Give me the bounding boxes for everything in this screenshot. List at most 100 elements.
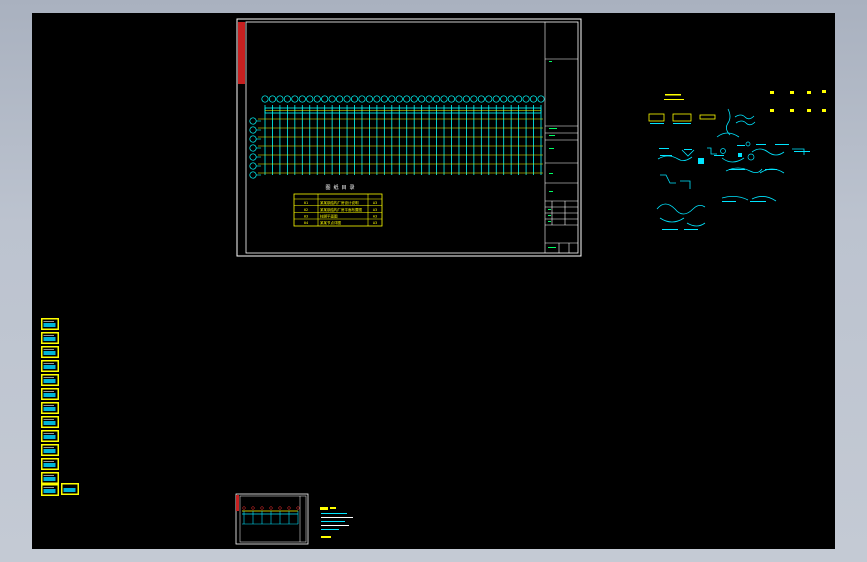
axis-bubble-icon xyxy=(492,95,500,103)
small-drawing-sheet[interactable] xyxy=(235,493,353,545)
axis-bubble-icon xyxy=(328,95,336,103)
detail-cluster[interactable] xyxy=(648,90,826,230)
sheet-thumbnail-strip[interactable] xyxy=(41,318,79,496)
sheet-thumbnail-icon[interactable] xyxy=(41,332,59,344)
cad-model-space[interactable]: 图 纸 目 录 01 某某钢结构厂房设计说明 A3 02 某某钢结构厂房平面布置… xyxy=(32,13,835,549)
sheet-outer-frame xyxy=(236,18,582,257)
thumbnail-content xyxy=(43,337,56,341)
axis-bubble-icon xyxy=(296,506,300,510)
axis-bubble-icon xyxy=(249,144,257,152)
sheet-side-label-strip xyxy=(238,22,245,84)
table-row-scale: A3 xyxy=(373,215,377,219)
left-axis-bubbles xyxy=(249,117,261,179)
table-row-scale: A3 xyxy=(373,221,377,225)
axis-bubble-icon xyxy=(485,95,493,103)
column-grid xyxy=(258,105,543,175)
axis-bubble-icon xyxy=(507,95,515,103)
sheet-thumbnail-icon[interactable] xyxy=(41,430,59,442)
sheet-thumbnail-icon[interactable] xyxy=(41,458,59,470)
detail-text-marks xyxy=(650,123,810,230)
sheet-thumbnail-icon[interactable] xyxy=(41,388,59,400)
thumbnail-content xyxy=(43,407,56,411)
sheet-thumbnail-icon[interactable] xyxy=(41,360,59,372)
table-row-name: 柱脚平面图 xyxy=(320,214,338,219)
sheet-thumbnail-icon[interactable] xyxy=(41,318,59,330)
thumbnail-content xyxy=(43,421,56,425)
axis-bubble-icon xyxy=(433,95,441,103)
sheet-thumbnail-icon[interactable] xyxy=(41,346,59,358)
thumbnail-content xyxy=(43,435,56,439)
axis-bubble-icon xyxy=(477,95,485,103)
axis-bubble-icon xyxy=(260,506,264,510)
axis-bubble-icon xyxy=(287,506,291,510)
sheet-thumbnail-icon[interactable] xyxy=(61,483,79,495)
axis-bubble-icon xyxy=(321,95,329,103)
table-row-scale: A3 xyxy=(373,201,377,205)
detail-curves xyxy=(656,108,805,227)
thumbnail-content xyxy=(43,477,56,481)
axis-bubble-icon xyxy=(336,95,344,103)
thumbnail-content xyxy=(43,449,56,453)
axis-bubble-icon xyxy=(249,171,257,179)
axis-bubble-icon xyxy=(298,95,306,103)
axis-bubble-icon xyxy=(500,95,508,103)
sheet-inner-frame xyxy=(245,21,579,254)
axis-bubble-icon xyxy=(395,95,403,103)
thumbnail-content xyxy=(43,365,56,369)
axis-bubble-icon xyxy=(373,95,381,103)
thumbnail-content xyxy=(43,463,56,467)
table-row-name: 某某节点详图 xyxy=(320,220,341,225)
axis-bubble-icon xyxy=(350,95,359,103)
axis-bubble-icon xyxy=(249,135,257,143)
axis-bubble-icon xyxy=(306,95,314,103)
axis-bubble-icon xyxy=(249,162,257,170)
axis-bubble-icon xyxy=(515,95,523,103)
table-row-no: 02 xyxy=(304,208,308,212)
axis-bubble-icon xyxy=(537,95,545,103)
sheet-thumbnail-icon[interactable] xyxy=(41,402,59,414)
table-row-no: 03 xyxy=(304,215,308,219)
small-sheet-frame xyxy=(235,493,309,545)
axis-bubble-icon xyxy=(242,506,246,510)
axis-bubble-icon xyxy=(380,95,388,103)
axis-bubble-icon xyxy=(440,95,448,103)
axis-bubble-icon xyxy=(358,95,366,103)
thumbnail-content xyxy=(43,351,56,355)
axis-bubble-icon xyxy=(249,126,257,134)
sheet-thumbnail-icon[interactable] xyxy=(41,484,59,496)
drawing-list-table: 图 纸 目 录 01 某某钢结构厂房设计说明 A3 02 某某钢结构厂房平面布置… xyxy=(293,184,383,227)
small-sheet-notes xyxy=(320,507,353,538)
axis-bubble-icon xyxy=(425,95,433,103)
axis-bubble-icon xyxy=(283,95,291,103)
axis-bubble-icon xyxy=(462,95,470,103)
thumbnail-content xyxy=(43,323,56,327)
axis-bubble-icon xyxy=(403,95,411,103)
axis-bubble-icon xyxy=(447,95,456,103)
small-sheet-inner-frame xyxy=(239,495,307,543)
title-block-marks xyxy=(548,61,557,248)
table-title: 图 纸 目 录 xyxy=(325,184,354,191)
axis-bubble-icon xyxy=(269,506,273,510)
axis-bubble-icon xyxy=(291,95,299,103)
axis-bubble-icon xyxy=(343,95,351,103)
thumbnail-content xyxy=(43,489,56,493)
title-block xyxy=(544,22,578,253)
table-row-no: 04 xyxy=(304,221,308,225)
detail-boxes xyxy=(648,113,716,122)
axis-bubble-icon xyxy=(455,95,463,103)
table-row-name: 某某钢结构厂房平面布置图 xyxy=(320,207,362,212)
sheet-thumbnail-icon[interactable] xyxy=(41,472,59,484)
table-row-scale: A3 xyxy=(373,208,377,212)
top-axis-bubbles xyxy=(261,95,545,103)
detail-circles xyxy=(720,141,755,161)
axis-bubble-icon xyxy=(276,95,284,103)
sheet-thumbnail-icon[interactable] xyxy=(41,416,59,428)
table-row-name: 某某钢结构厂房设计说明 xyxy=(320,200,359,205)
thumbnail-content xyxy=(63,488,76,492)
main-drawing-sheet[interactable]: 图 纸 目 录 01 某某钢结构厂房设计说明 A3 02 某某钢结构厂房平面布置… xyxy=(236,18,582,257)
axis-bubble-icon xyxy=(529,95,538,103)
axis-bubble-icon xyxy=(278,506,282,510)
axis-bubble-icon xyxy=(313,95,321,103)
sheet-thumbnail-icon[interactable] xyxy=(41,374,59,386)
sheet-thumbnail-icon[interactable] xyxy=(41,444,59,456)
